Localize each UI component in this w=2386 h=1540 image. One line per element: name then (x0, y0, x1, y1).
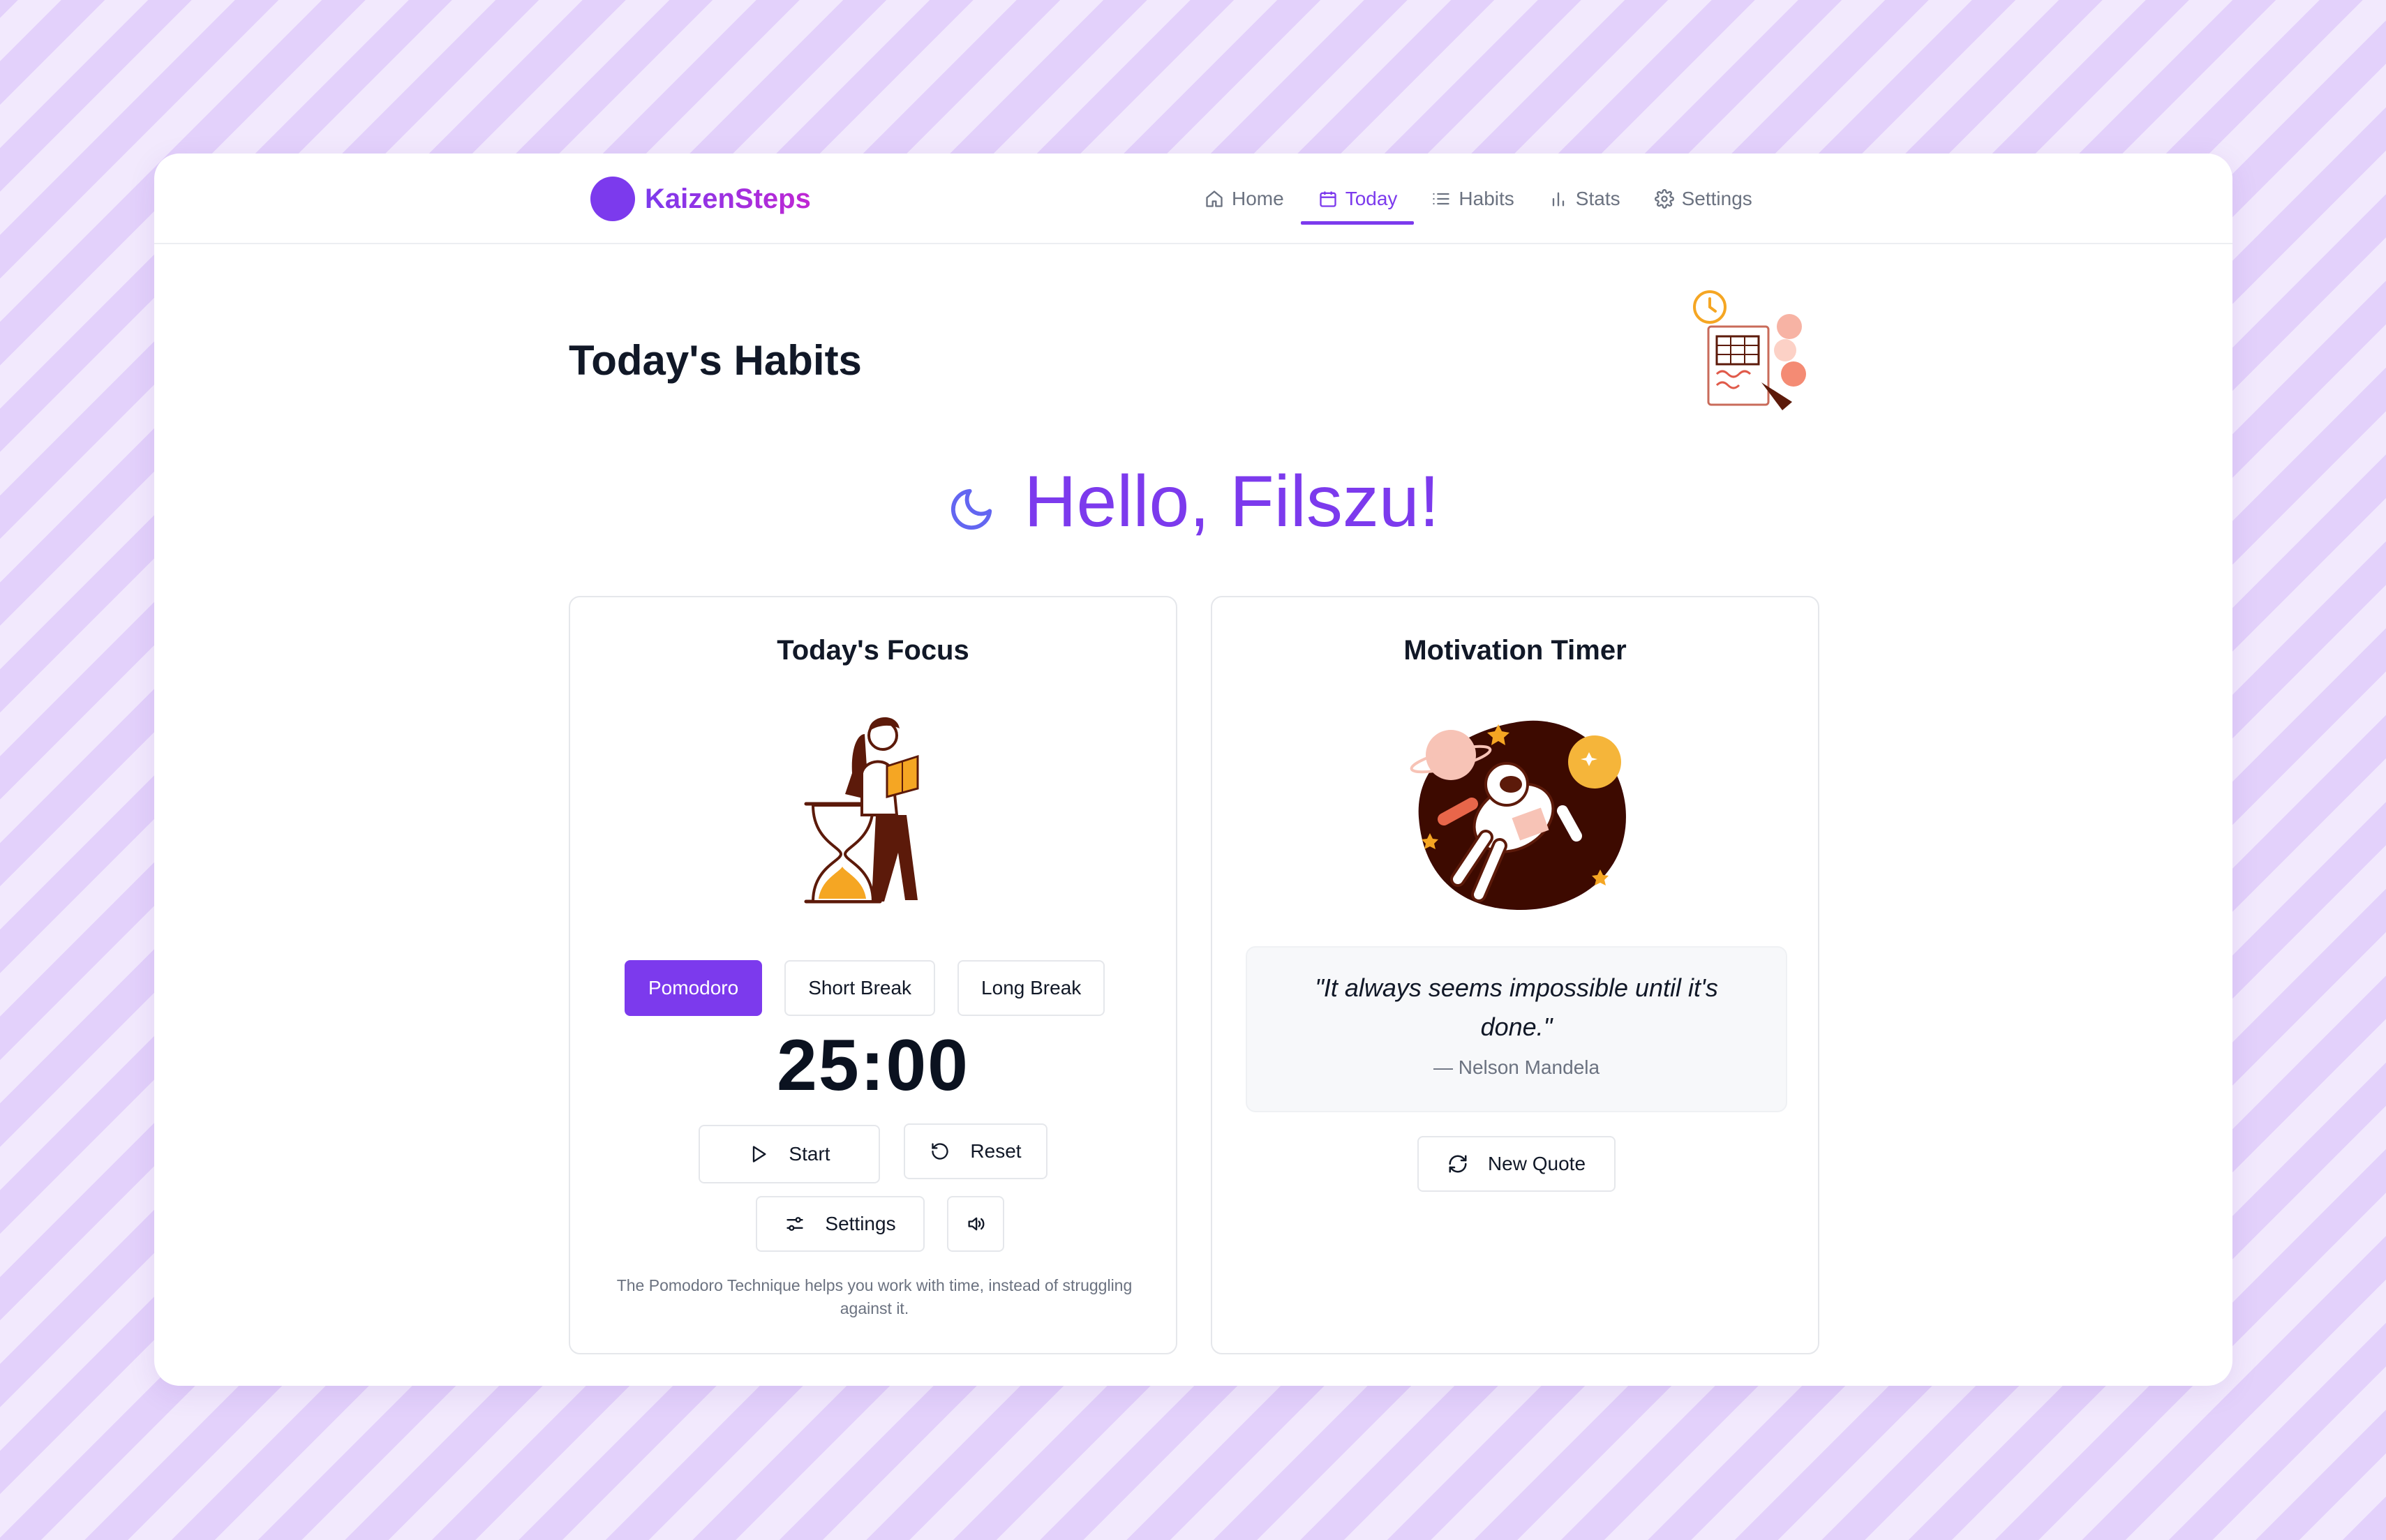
reading-person-illustration (798, 706, 951, 915)
brand-logo[interactable]: KaizenSteps (590, 177, 811, 221)
reset-icon (930, 1141, 950, 1162)
sliders-icon (784, 1213, 805, 1234)
reset-button[interactable]: Reset (904, 1123, 1047, 1179)
planner-illustration (1685, 286, 1824, 426)
volume-icon (965, 1213, 986, 1234)
motivation-card: Motivation Timer "It always seems imposs… (1211, 596, 1819, 1354)
gear-icon (1654, 188, 1675, 209)
app-window: KaizenSteps Home Today Habits Stats Sett… (154, 154, 2232, 1386)
settings-button-label: Settings (825, 1213, 896, 1234)
greeting: Hello, Filszu! (154, 461, 2232, 544)
nav-item-label: Settings (1681, 188, 1752, 209)
greeting-text: Hello, Filszu! (1024, 461, 1440, 542)
home-icon (1204, 188, 1225, 209)
calendar-icon (1318, 188, 1339, 209)
astronaut-illustration (1409, 706, 1632, 929)
nav-item-habits[interactable]: Habits (1414, 154, 1530, 244)
quote-author: — Nelson Mandela (1433, 1056, 1600, 1078)
quote-box: "It always seems impossible until it's d… (1246, 946, 1787, 1112)
nav-item-label: Stats (1575, 188, 1620, 209)
new-quote-button[interactable]: New Quote (1417, 1136, 1616, 1192)
page-title: Today's Habits (569, 337, 862, 384)
nav-item-label: Today (1345, 188, 1398, 209)
timer-mode-selector: Pomodoro Short Break Long Break (625, 960, 1127, 1016)
focus-card: Today's Focus Pomodoro Short Break Long … (569, 596, 1177, 1354)
nav-item-label: Home (1232, 188, 1284, 209)
top-navbar: KaizenSteps Home Today Habits Stats Sett… (154, 154, 2232, 244)
timer-display: 25:00 (777, 1025, 969, 1106)
mode-short-break-button[interactable]: Short Break (784, 960, 936, 1016)
nav-item-stats[interactable]: Stats (1531, 154, 1637, 244)
mode-long-break-button[interactable]: Long Break (957, 960, 1105, 1016)
new-quote-button-label: New Quote (1487, 1153, 1586, 1174)
play-icon (748, 1144, 769, 1165)
refresh-icon (1447, 1153, 1468, 1174)
moon-icon (947, 485, 996, 534)
motivation-card-title: Motivation Timer (1403, 635, 1627, 666)
focus-card-title: Today's Focus (777, 635, 969, 666)
quote-text: "It always seems impossible until it's d… (1315, 973, 1718, 1041)
brand-name: KaizenSteps (645, 183, 811, 214)
sound-toggle-button[interactable] (947, 1196, 1004, 1252)
brand-logo-icon (590, 177, 635, 221)
nav-item-home[interactable]: Home (1187, 154, 1301, 244)
bar-chart-icon (1548, 188, 1569, 209)
nav-item-settings[interactable]: Settings (1637, 154, 1769, 244)
mode-pomodoro-button[interactable]: Pomodoro (625, 960, 763, 1016)
timer-settings-button[interactable]: Settings (756, 1196, 925, 1252)
list-icon (1431, 188, 1452, 209)
nav-item-label: Habits (1459, 188, 1514, 209)
reset-button-label: Reset (970, 1140, 1022, 1162)
nav-item-today[interactable]: Today (1300, 154, 1415, 244)
pomodoro-description: The Pomodoro Technique helps you work wi… (616, 1276, 1133, 1317)
nav-links: Home Today Habits Stats Settings (1187, 154, 1769, 244)
start-button[interactable]: Start (699, 1125, 880, 1183)
start-button-label: Start (789, 1143, 830, 1165)
